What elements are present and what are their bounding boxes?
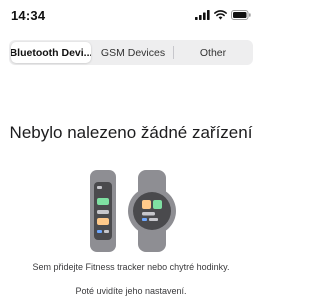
empty-state-description: Sem přidejte Fitness tracker nebo chytré… <box>32 262 230 272</box>
device-type-segmented-control: Bluetooth Devi... GSM Devices Other <box>9 40 253 65</box>
tab-bluetooth-devices[interactable]: Bluetooth Devi... <box>11 42 91 63</box>
wifi-icon <box>214 10 227 20</box>
battery-icon <box>231 10 251 20</box>
signal-icon <box>195 10 210 20</box>
tab-other[interactable]: Other <box>173 40 253 65</box>
empty-state-hint: Poté uvidíte jeho nastavení. <box>75 286 187 296</box>
status-bar: 14:34 <box>0 0 262 30</box>
smartwatch-icon <box>128 170 176 252</box>
tab-bluetooth-devices-label: Bluetooth Devi... <box>11 46 91 59</box>
tab-other-label: Other <box>199 46 227 59</box>
segment-divider <box>173 46 174 59</box>
fitness-tracker-and-smartwatch-icon <box>90 170 176 252</box>
empty-state-title: Nebylo nalezeno žádné zařízení <box>9 123 253 142</box>
status-icons <box>195 10 251 20</box>
tab-gsm-devices-label: GSM Devices <box>100 46 166 59</box>
fitness-tracker-icon <box>90 170 116 252</box>
tab-gsm-devices[interactable]: GSM Devices <box>93 40 173 65</box>
status-time: 14:34 <box>11 8 46 23</box>
